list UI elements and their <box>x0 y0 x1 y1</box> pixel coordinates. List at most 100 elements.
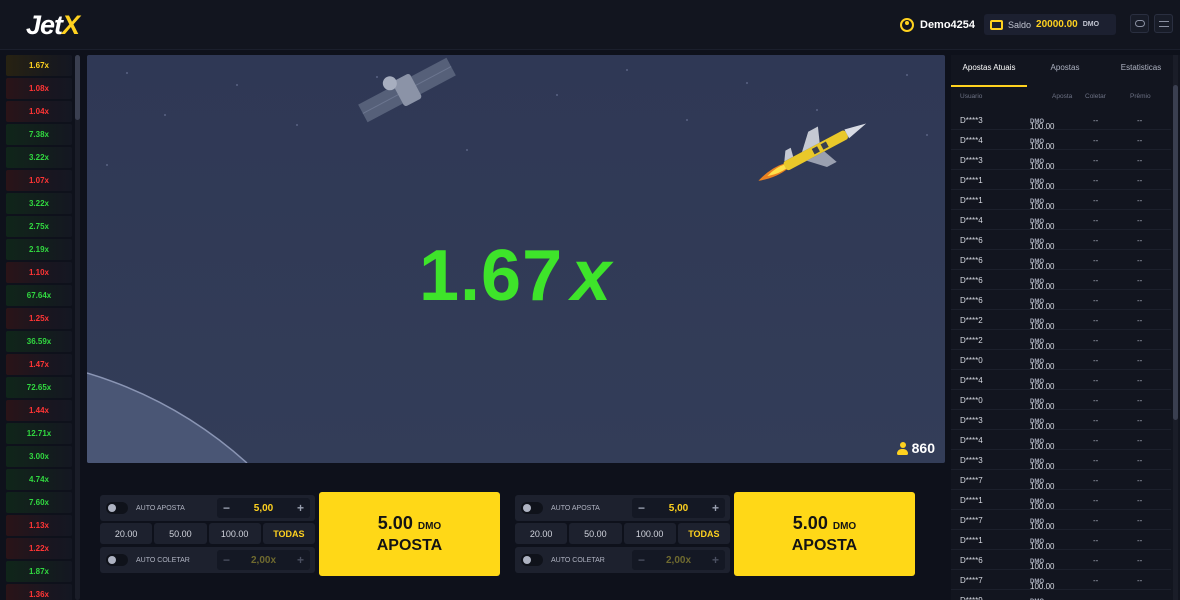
history-item[interactable]: 7.60x <box>6 492 72 513</box>
history-item[interactable]: 3.22x <box>6 147 72 168</box>
bet-prize: -- <box>1137 596 1142 600</box>
bet-amount-stepper[interactable]: − 5,00 + <box>632 498 725 518</box>
bet-user: D****6 <box>960 256 983 265</box>
history-item[interactable]: 1.87x <box>6 561 72 582</box>
quick-amount-button[interactable]: 50.00 <box>569 523 622 544</box>
bet-amount: 100.00 DMO <box>1030 216 1054 231</box>
history-item[interactable]: 1.04x <box>6 101 72 122</box>
history-item[interactable]: 1.07x <box>6 170 72 191</box>
history-item[interactable]: 1.67x <box>6 55 72 76</box>
bet-amount-value[interactable]: 5,00 <box>669 503 688 514</box>
bet-amount-value[interactable]: 5,00 <box>254 503 273 514</box>
quick-amount-button[interactable]: 50.00 <box>154 523 207 544</box>
menu-button[interactable] <box>1154 14 1173 33</box>
bet-collect: -- <box>1093 356 1099 365</box>
history-item[interactable]: 1.44x <box>6 400 72 421</box>
all-in-button[interactable]: TODAS <box>262 523 315 544</box>
collect-multiplier-stepper[interactable]: − 2,00x + <box>632 550 725 570</box>
multiplier-history[interactable]: 1.67x 1.08x 1.04x 7.38x 3.22x 1.07x 3.22x 2.75x… <box>6 55 72 600</box>
bet-amount: 100.00 DMO <box>1030 476 1054 491</box>
menu-icon <box>1158 20 1169 27</box>
bet-prize: -- <box>1137 256 1143 265</box>
history-scrollbar[interactable] <box>75 55 80 600</box>
quick-amount-button[interactable]: 100.00 <box>208 523 261 544</box>
bet-amount: 100.00 DMO <box>1030 196 1054 211</box>
plus-icon[interactable]: + <box>297 553 304 567</box>
bet-amount: 100.00 DMO <box>1030 176 1054 191</box>
history-item[interactable]: 4.74x <box>6 469 72 490</box>
history-item[interactable]: 3.00x <box>6 446 72 467</box>
history-item[interactable]: 36.59x <box>6 331 72 352</box>
plus-icon[interactable]: + <box>712 553 719 567</box>
collect-multiplier-value[interactable]: 2,00x <box>251 555 276 566</box>
balance-label: Saldo <box>1008 19 1032 30</box>
auto-collect-toggle[interactable] <box>521 554 543 566</box>
bet-amount: 100.00 DMO <box>1030 576 1054 591</box>
bet-prize: -- <box>1137 236 1143 245</box>
bets-table-body: D****3 100.00 DMO -- -- D****4 100.00 DMO -- --… <box>951 110 1171 600</box>
all-in-button[interactable]: TODAS <box>677 523 730 544</box>
history-item[interactable]: 1.25x <box>6 308 72 329</box>
bet-collect: -- <box>1093 416 1099 425</box>
minus-icon[interactable]: − <box>638 553 645 567</box>
history-item[interactable]: 67.64x <box>6 285 72 306</box>
bet-collect: -- <box>1093 476 1099 485</box>
auto-bet-toggle[interactable] <box>521 502 543 514</box>
history-item[interactable]: 2.75x <box>6 216 72 237</box>
history-item[interactable]: 12.71x <box>6 423 72 444</box>
bet-button-value: 5.00 <box>792 513 828 533</box>
tab-current-bets[interactable]: Apostas Atuais <box>951 55 1027 87</box>
plus-icon[interactable]: + <box>712 501 719 515</box>
bet-user: D****4 <box>960 216 983 225</box>
chat-button[interactable] <box>1130 14 1149 33</box>
minus-icon[interactable]: − <box>223 501 230 515</box>
history-item[interactable]: 72.65x <box>6 377 72 398</box>
history-item[interactable]: 2.19x <box>6 239 72 260</box>
minus-icon[interactable]: − <box>223 553 230 567</box>
bet-button-amount: 5.00 DMO <box>793 513 856 537</box>
history-item[interactable]: 1.47x <box>6 354 72 375</box>
auto-bet-row: AUTO APOSTA − 5,00 + <box>100 495 315 521</box>
history-item[interactable]: 3.22x <box>6 193 72 214</box>
bet-prize: -- <box>1137 556 1143 565</box>
minus-icon[interactable]: − <box>638 501 645 515</box>
jetx-logo[interactable]: JetX <box>26 10 80 41</box>
balance-currency: DMO <box>1082 21 1100 28</box>
history-scrollbar-thumb[interactable] <box>75 55 80 120</box>
bet-prize: -- <box>1137 116 1143 125</box>
auto-bet-toggle[interactable] <box>106 502 128 514</box>
user-info[interactable]: Demo4254 <box>900 15 975 35</box>
tab-my-bets[interactable]: Apostas <box>1027 55 1103 87</box>
history-item[interactable]: 1.36x <box>6 584 72 600</box>
collect-multiplier-value[interactable]: 2,00x <box>666 555 691 566</box>
history-item[interactable]: 1.22x <box>6 538 72 559</box>
history-item[interactable]: 1.08x <box>6 78 72 99</box>
bet-amount-stepper[interactable]: − 5,00 + <box>217 498 310 518</box>
satellite-illustration <box>358 57 456 123</box>
logo-text-main: Jet <box>26 10 63 40</box>
place-bet-button[interactable]: 5.00 DMO APOSTA <box>734 492 915 576</box>
collect-multiplier-stepper[interactable]: − 2,00x + <box>217 550 310 570</box>
bet-user: D****6 <box>960 556 983 565</box>
bet-user: D****2 <box>960 336 983 345</box>
quick-amount-button[interactable]: 20.00 <box>100 523 153 544</box>
game-canvas: 1.67 x 860 <box>87 55 945 463</box>
bets-scrollbar-thumb[interactable] <box>1173 85 1178 420</box>
quick-amount-button[interactable]: 20.00 <box>515 523 568 544</box>
auto-collect-toggle[interactable] <box>106 554 128 566</box>
bet-row: D****0 100.00 DMO -- -- <box>951 350 1171 371</box>
chat-icon <box>1134 20 1145 27</box>
bet-row: D****4 100.00 DMO -- -- <box>951 430 1171 451</box>
history-item[interactable]: 7.38x <box>6 124 72 145</box>
place-bet-button[interactable]: 5.00 DMO APOSTA <box>319 492 500 576</box>
quick-amount-button[interactable]: 100.00 <box>623 523 676 544</box>
tab-statistics[interactable]: Estatisticas <box>1103 55 1179 87</box>
bets-scrollbar[interactable] <box>1173 55 1178 600</box>
history-item[interactable]: 1.10x <box>6 262 72 283</box>
bet-collect: -- <box>1093 236 1099 245</box>
bet-amount: 100.00 DMO <box>1030 136 1054 151</box>
bet-user: D****3 <box>960 156 983 165</box>
history-item[interactable]: 1.13x <box>6 515 72 536</box>
plus-icon[interactable]: + <box>297 501 304 515</box>
bet-collect: -- <box>1093 116 1099 125</box>
